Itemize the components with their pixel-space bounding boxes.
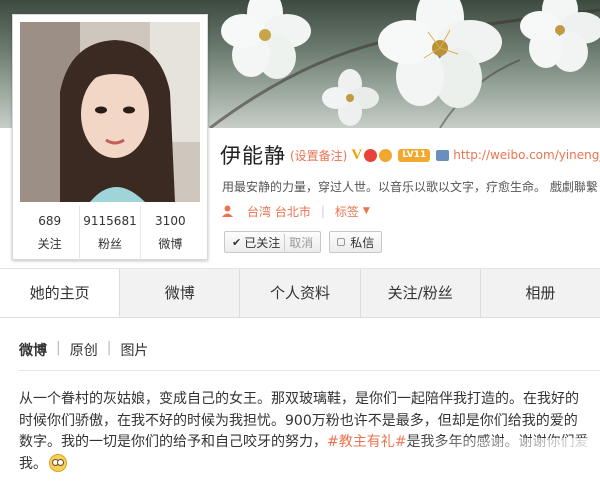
- stat-posts-count: 3100: [155, 214, 186, 228]
- stat-followers-label: 粉丝: [97, 237, 122, 251]
- tab-profile-info[interactable]: 个人资料: [240, 269, 361, 317]
- stat-followers[interactable]: 9115681 粉丝: [80, 206, 141, 258]
- profile-name-row: 伊能静 (设置备注) V LV11 http://weibo.com/yinen…: [220, 140, 600, 170]
- location-text: 台湾 台北市: [247, 204, 311, 219]
- location-separator: |: [320, 204, 325, 218]
- post-text: 从一个眷村的灰姑娘，变成自己的女王。那双玻璃鞋，是你们一起陪伴我打造的。在我好的…: [19, 389, 591, 475]
- subtab-weibo[interactable]: 微博: [19, 340, 47, 360]
- stat-followers-count: 9115681: [83, 214, 137, 228]
- feed-filter-tabs: 微博 | 原创 | 图片: [19, 340, 148, 360]
- stats-bar: 689 关注 9115681 粉丝 3100 微博: [20, 206, 200, 258]
- unfollow-link[interactable]: 取消: [284, 233, 313, 251]
- set-remark-link[interactable]: (设置备注): [290, 147, 347, 164]
- tab-album[interactable]: 相册: [481, 269, 600, 317]
- message-label: 私信: [350, 235, 375, 250]
- feed-divider: [19, 370, 600, 371]
- subtab-separator: |: [56, 340, 61, 356]
- level-badge[interactable]: LV11: [398, 148, 431, 162]
- message-icon: [337, 238, 346, 246]
- message-button[interactable]: 私信: [329, 231, 383, 253]
- tab-follow-fans[interactable]: 关注/粉丝: [361, 269, 481, 317]
- emoji-icon: [49, 453, 67, 472]
- verified-icon[interactable]: V: [351, 147, 362, 164]
- crown-icon[interactable]: [364, 148, 378, 162]
- stat-following-label: 关注: [37, 237, 62, 251]
- profile-name: 伊能静: [220, 144, 286, 168]
- stat-following-count: 689: [38, 214, 62, 228]
- tab-home[interactable]: 她的主页: [0, 269, 121, 317]
- stat-posts-label: 微博: [158, 237, 183, 251]
- subtab-separator: |: [106, 340, 112, 356]
- hashtag-link[interactable]: #教主有礼#: [327, 434, 406, 450]
- profile-url-link[interactable]: http://weibo.com/yinengjing: [453, 148, 600, 162]
- person-icon: [222, 205, 233, 217]
- subtab-original[interactable]: 原创: [70, 340, 98, 360]
- profile-tabs: 她的主页 微博 个人资料 关注/粉丝 相册: [0, 268, 600, 318]
- profile-intro: 用最安静的力量，穿过人世。以音乐以歌以文字，疗愈生命。 戲劇聯繫: [222, 180, 598, 194]
- avatar[interactable]: [20, 22, 200, 202]
- profile-card: 689 关注 9115681 粉丝 3100 微博: [12, 14, 208, 260]
- home-icon: [436, 149, 450, 161]
- followed-button[interactable]: ✔ 已关注 取消: [224, 231, 322, 253]
- stat-following[interactable]: 689 关注: [20, 206, 81, 258]
- followed-label: 已关注: [244, 235, 281, 250]
- action-buttons: ✔ 已关注 取消 私信: [224, 231, 383, 253]
- caret-down-icon[interactable]: ▼: [363, 206, 370, 216]
- location-row: 台湾 台北市 | 标签 ▼: [222, 202, 370, 220]
- check-icon: ✔: [232, 235, 242, 249]
- stat-posts[interactable]: 3100 微博: [141, 206, 200, 258]
- avatar-photo: [20, 22, 200, 202]
- tag-link[interactable]: 标签: [335, 203, 359, 220]
- tab-weibo[interactable]: 微博: [120, 269, 241, 317]
- medal-icon[interactable]: [379, 148, 393, 162]
- subtab-pictures[interactable]: 图片: [120, 340, 148, 360]
